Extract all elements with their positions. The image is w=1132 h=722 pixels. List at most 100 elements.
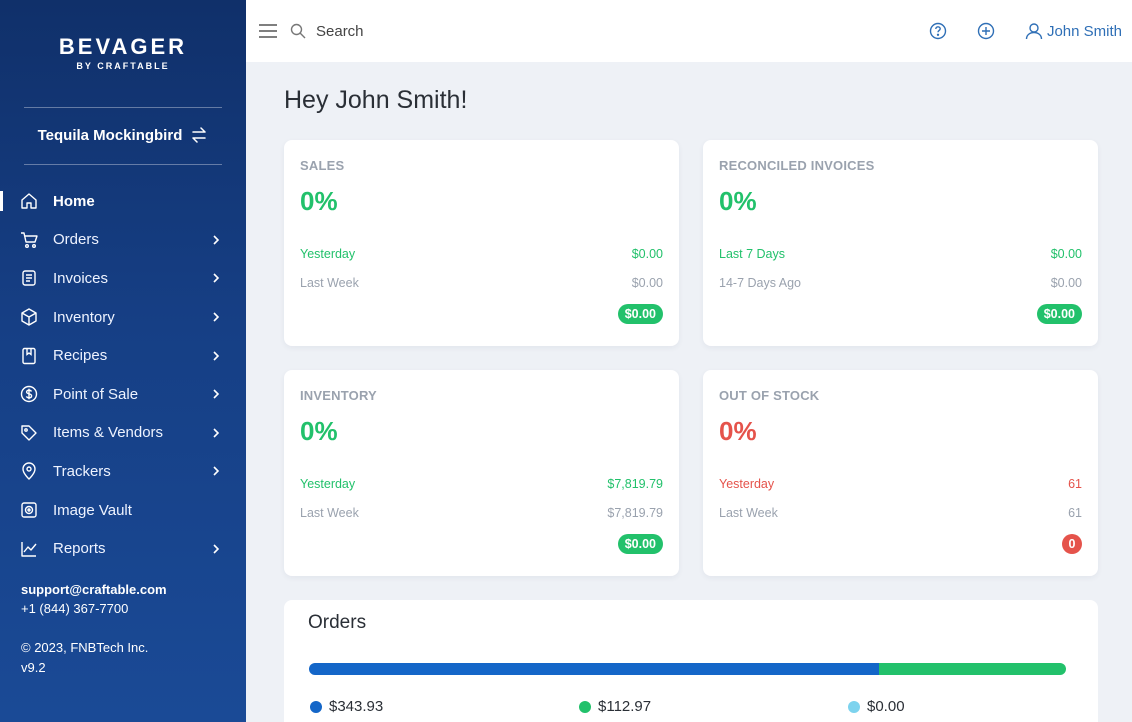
card-title: INVENTORY [300,388,377,403]
card-row-secondary: Last Week $7,819.79 [300,506,663,520]
card-row-primary: Yesterday $0.00 [300,247,663,261]
divider [24,107,222,108]
legend-dot [579,700,591,713]
sidebar-item-inventory[interactable]: Inventory [0,298,246,337]
brand-logo[interactable]: BEVAGER BY CRAFTABLE [0,34,246,71]
brand-name: BEVAGER [58,34,188,59]
chevron-right-icon [210,272,222,284]
footer: © 2023, FNBTech Inc. v9.2 [21,638,148,678]
card-row-secondary: Last Week $0.00 [300,276,663,290]
support-email[interactable]: support@craftable.com [21,580,167,599]
topbar-actions: John Smith [929,0,1122,62]
tag-icon [20,424,38,442]
row-label: Last Week [719,506,778,520]
sidebar-item-orders[interactable]: Orders [0,221,246,260]
out-of-stock-card[interactable]: OUT OF STOCK 0% Yesterday 61 Last Week 6… [703,370,1098,576]
sidebar-item-label: Trackers [53,462,111,480]
orders-progress-bar [309,663,1066,675]
row-value: $7,819.79 [607,477,663,491]
dollar-icon [20,385,38,403]
book-icon [20,347,38,365]
row-value: $7,819.79 [607,506,663,520]
orders-title: Orders [308,612,367,633]
chevron-right-icon [210,543,222,555]
inventory-card[interactable]: INVENTORY 0% Yesterday $7,819.79 Last We… [284,370,679,576]
card-percentage: 0% [300,416,338,446]
orders-bar-segment-2 [878,663,1066,675]
sidebar-item-home[interactable]: Home [0,182,246,221]
row-value: $0.00 [631,247,663,261]
orders-bar-segment-1 [309,663,879,675]
card-percentage: 0% [300,186,338,216]
sidebar-item-trackers[interactable]: Trackers [0,452,246,491]
sidebar: BEVAGER BY CRAFTABLE Tequila Mockingbird… [0,0,246,722]
search-input[interactable] [316,22,616,40]
sidebar-nav: Home Orders Invoices Inventory Recipes P… [0,182,246,568]
card-row-secondary: 14-7 Days Ago $0.00 [719,276,1082,290]
swap-icon [192,127,207,143]
location-icon [20,462,38,481]
row-label: Yesterday [300,247,356,261]
card-row-primary: Yesterday 61 [719,477,1082,491]
row-label: Yesterday [300,477,356,491]
box-icon [20,308,38,326]
reconciled-invoices-card[interactable]: RECONCILED INVOICES 0% Last 7 Days $0.00… [703,140,1098,346]
user-icon [1025,23,1043,40]
venue-name: Tequila Mockingbird [37,126,183,144]
sidebar-item-label: Invoices [53,269,109,287]
card-title: RECONCILED INVOICES [719,158,875,173]
hamburger-menu-icon[interactable] [258,22,278,40]
copyright: © 2023, FNBTech Inc. [21,640,149,655]
row-label: 14-7 Days Ago [719,276,801,290]
row-value: $0.00 [1050,247,1082,261]
sidebar-item-label: Point of Sale [53,385,139,403]
chevron-right-icon [210,234,222,246]
card-percentage: 0% [719,416,757,446]
card-row-primary: Last 7 Days $0.00 [719,247,1082,261]
sidebar-item-label: Image Vault [53,501,132,519]
card-title: OUT OF STOCK [719,388,820,403]
chevron-right-icon [210,311,222,323]
sidebar-item-items-vendors[interactable]: Items & Vendors [0,414,246,453]
chart-icon [20,540,38,558]
sidebar-item-label: Home [53,192,95,210]
search-icon [290,23,306,39]
status-badge: $0.00 [617,534,663,554]
sidebar-item-label: Orders [53,231,99,249]
sidebar-item-recipes[interactable]: Recipes [0,336,246,375]
page-title: Hey John Smith! [284,86,468,114]
status-badge: $0.00 [617,304,663,324]
sales-card[interactable]: SALES 0% Yesterday $0.00 Last Week $0.00… [284,140,679,346]
help-icon[interactable] [929,22,947,40]
chevron-right-icon [210,465,222,477]
legend-value: $0.00 [867,698,905,715]
brand-sub: BY CRAFTABLE [76,61,170,71]
cart-icon [20,231,38,249]
user-name: John Smith [1046,22,1122,40]
legend-item: $112.97 [579,698,651,715]
sidebar-item-reports[interactable]: Reports [0,529,246,568]
sidebar-item-invoices[interactable]: Invoices [0,259,246,298]
add-icon[interactable] [977,22,995,40]
legend-dot [310,700,322,713]
user-menu[interactable]: John Smith [1025,22,1122,40]
venue-switcher[interactable]: Tequila Mockingbird [0,126,246,144]
row-label: Last Week [300,276,359,290]
legend-item: $0.00 [848,698,905,715]
sidebar-item-label: Items & Vendors [53,424,164,442]
row-value: 61 [1068,477,1082,491]
card-percentage: 0% [719,186,757,216]
topbar: John Smith [246,0,1132,62]
chevron-right-icon [210,427,222,439]
row-label: Yesterday [719,477,775,491]
sidebar-item-image-vault[interactable]: Image Vault [0,491,246,530]
card-row-primary: Yesterday $7,819.79 [300,477,663,491]
status-badge: $0.00 [1036,304,1082,324]
row-label: Last Week [300,506,359,520]
sidebar-item-label: Inventory [53,308,115,326]
sidebar-item-point-of-sale[interactable]: Point of Sale [0,375,246,414]
legend-value: $112.97 [598,698,652,715]
status-badge: 0 [1062,534,1082,554]
row-value: 61 [1068,506,1082,520]
support-phone[interactable]: +1 (844) 367-7700 [21,599,167,618]
